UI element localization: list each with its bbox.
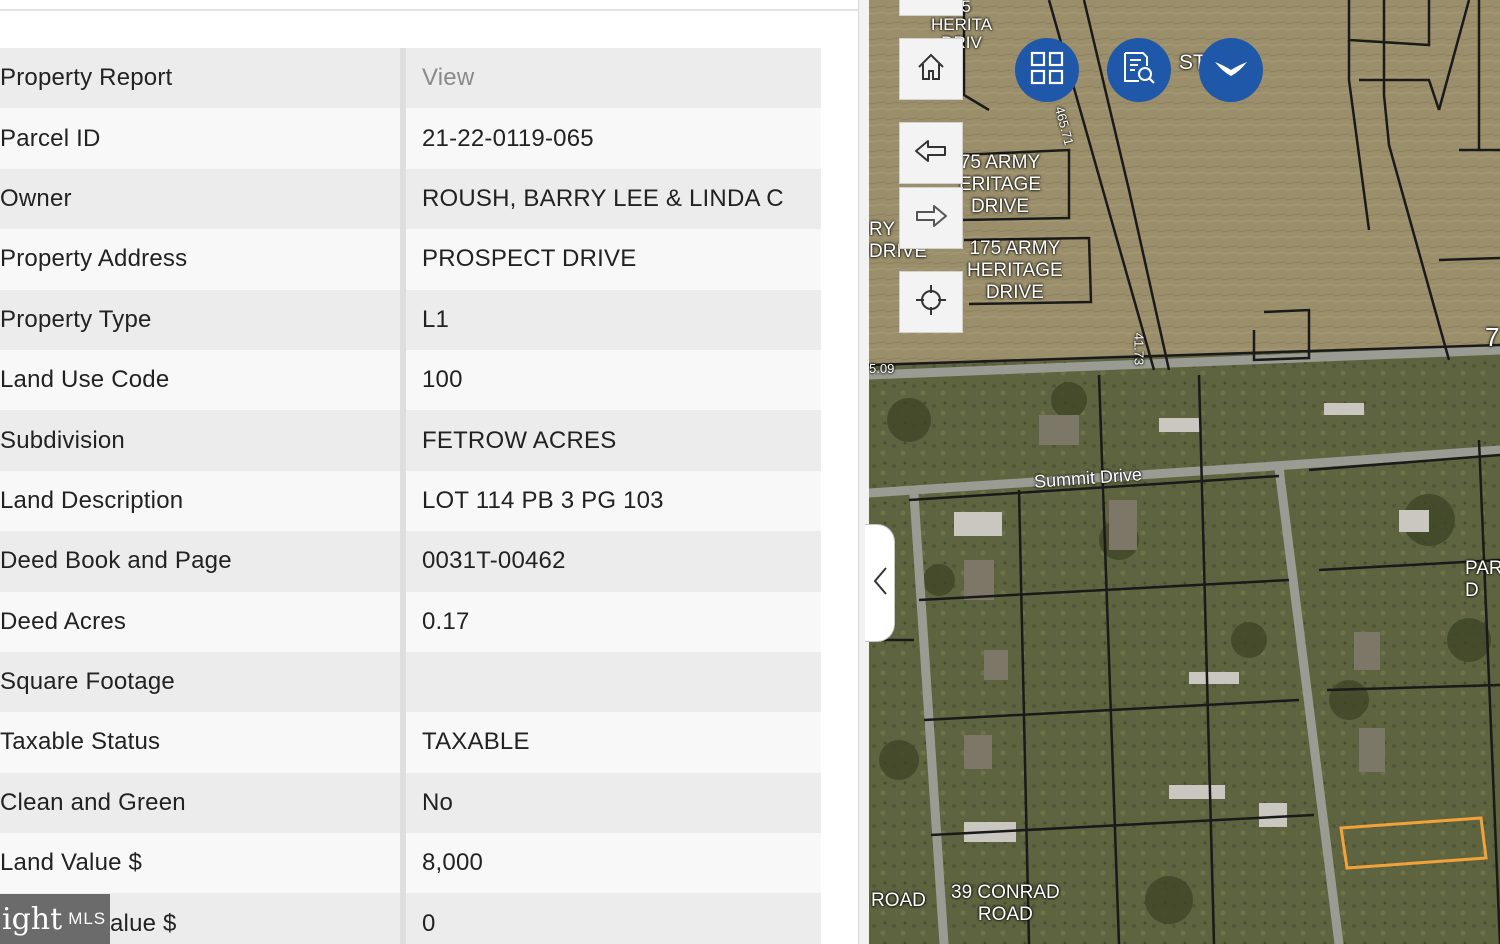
report-search-icon [1121, 50, 1157, 91]
row-label: Land Value $ [0, 833, 400, 894]
forward-arrow-icon [914, 203, 948, 234]
home-button[interactable] [899, 38, 963, 100]
row-value: 0 [406, 893, 821, 944]
collapse-panel-button[interactable] [865, 524, 895, 642]
row-value: 0.17 [406, 591, 821, 652]
table-row: Deed Acres 0.17 [0, 591, 821, 652]
row-value: FETROW ACRES [406, 410, 821, 471]
table-row: Clean and Green No [0, 772, 821, 834]
row-value: No [406, 772, 821, 834]
table-row: Subdivision FETROW ACRES [0, 410, 821, 471]
table-row: Owner ROUSH, BARRY LEE & LINDA C [0, 168, 821, 230]
row-label: Deed Acres [0, 591, 400, 652]
watermark-mls: MLS [68, 909, 107, 928]
row-label: Property Type [0, 289, 400, 350]
row-label: Owner [0, 168, 400, 230]
grid-icon [1030, 51, 1064, 90]
property-report-panel: Property Report View Parcel ID 21-22-011… [0, 0, 860, 944]
property-report-table: Property Report View Parcel ID 21-22-011… [0, 48, 821, 944]
map-label-par: PAR D [1465, 558, 1500, 601]
locate-icon [914, 283, 948, 322]
row-value: 21-22-0119-065 [406, 108, 821, 169]
forward-button[interactable] [899, 187, 963, 249]
row-value: 8,000 [406, 833, 821, 894]
table-row: Land Description LOT 114 PB 3 PG 103 [0, 470, 821, 532]
chevron-left-icon [872, 566, 888, 601]
map-label-7: 7 [1485, 322, 1500, 352]
row-value: 0031T-00462 [406, 531, 821, 592]
panel-divider [0, 9, 860, 11]
mls-watermark: ight MLS [0, 894, 110, 944]
row-value: PROSPECT DRIVE [406, 229, 821, 290]
row-value: LOT 114 PB 3 PG 103 [406, 470, 821, 532]
bird-icon [1213, 56, 1249, 85]
locate-button[interactable] [899, 271, 963, 333]
parcel-map[interactable]: 75 ARMY ERITAGE DRIVE 175 ARMY HERITAGE … [869, 0, 1500, 944]
app-logo-button[interactable] [1199, 38, 1263, 102]
table-row: Taxable Status TAXABLE [0, 712, 821, 773]
table-row: Property Type L1 [0, 289, 821, 350]
table-row: Land Use Code 100 [0, 349, 821, 411]
row-label: Clean and Green [0, 772, 400, 834]
home-icon [915, 51, 947, 88]
table-row: Land Value $ 8,000 [0, 833, 821, 894]
watermark-text: ight [2, 901, 63, 937]
row-label: Land Use Code [0, 349, 400, 411]
map-tool-partial[interactable] [899, 0, 963, 16]
map-label-75-army: 75 ARMY ERITAGE DRIVE [959, 152, 1041, 217]
row-value: ROUSH, BARRY LEE & LINDA C [406, 168, 821, 230]
row-label: Square Footage [0, 651, 400, 713]
table-row: Deed Book and Page 0031T-00462 [0, 531, 821, 592]
basemap-gallery-button[interactable] [1015, 38, 1079, 102]
row-label: Land Description [0, 470, 400, 532]
map-label-175-army: 175 ARMY HERITAGE DRIVE [967, 238, 1063, 303]
table-row: Property Report View [0, 48, 821, 109]
row-value: 100 [406, 349, 821, 411]
table-row: Property Address PROSPECT DRIVE [0, 229, 821, 290]
row-label: Subdivision [0, 410, 400, 471]
row-value [406, 651, 821, 713]
back-arrow-icon [914, 138, 948, 169]
row-value: TAXABLE [406, 712, 821, 773]
identify-report-button[interactable] [1107, 38, 1171, 102]
map-label-conrad-road: 39 CONRAD ROAD [951, 882, 1060, 925]
map-label-road: ROAD [871, 890, 926, 911]
view-report-link[interactable]: View [406, 48, 821, 109]
map-dimension-4173: 41.73 [1131, 332, 1147, 366]
table-row: Square Footage [0, 651, 821, 713]
row-label: Property Report [0, 48, 400, 109]
row-label: Taxable Status [0, 712, 400, 773]
row-label: Property Address [0, 229, 400, 290]
map-dimension-509: 5.09 [869, 361, 895, 376]
table-row: Parcel ID 21-22-0119-065 [0, 108, 821, 169]
row-value: L1 [406, 289, 821, 350]
row-label: Parcel ID [0, 108, 400, 169]
row-label: Deed Book and Page [0, 531, 400, 592]
back-button[interactable] [899, 122, 963, 184]
aerial-imagery [869, 0, 1500, 944]
table-row: alue $ 0 [0, 893, 821, 944]
